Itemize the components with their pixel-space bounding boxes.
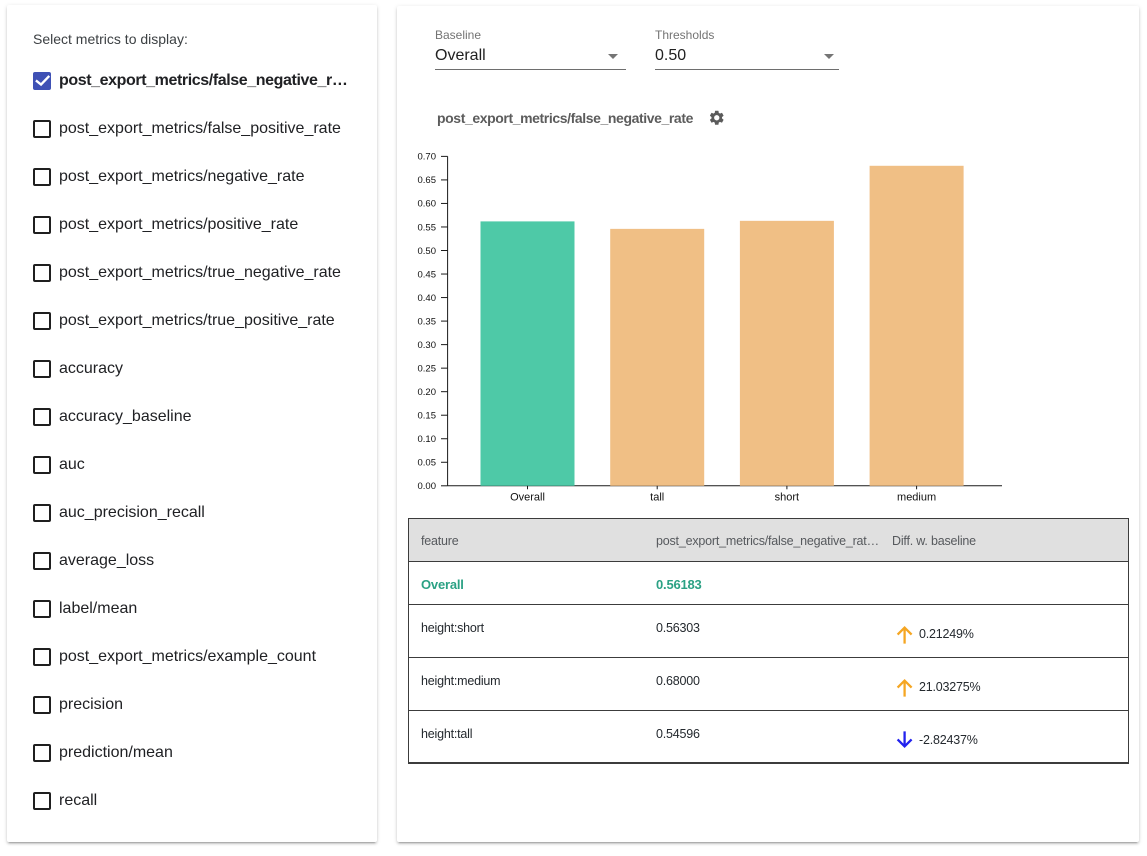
svg-text:0.30: 0.30 — [418, 340, 437, 351]
svg-text:0.70: 0.70 — [418, 152, 437, 163]
svg-text:0.65: 0.65 — [418, 175, 437, 186]
svg-text:0.00: 0.00 — [418, 481, 437, 492]
svg-text:0.10: 0.10 — [418, 434, 437, 445]
svg-text:0.50: 0.50 — [418, 246, 437, 257]
svg-text:0.45: 0.45 — [418, 269, 437, 280]
svg-text:0.25: 0.25 — [418, 363, 437, 374]
svg-text:0.35: 0.35 — [418, 316, 437, 327]
svg-text:0.60: 0.60 — [418, 199, 437, 210]
svg-text:0.20: 0.20 — [418, 387, 437, 398]
svg-text:0.15: 0.15 — [418, 411, 437, 422]
svg-text:0.40: 0.40 — [418, 293, 437, 304]
svg-text:tall: tall — [650, 491, 664, 503]
svg-text:0.55: 0.55 — [418, 222, 437, 233]
svg-text:0.05: 0.05 — [418, 458, 437, 469]
svg-text:medium: medium — [897, 491, 936, 503]
svg-text:Overall: Overall — [510, 491, 545, 503]
svg-text:short: short — [775, 491, 799, 503]
